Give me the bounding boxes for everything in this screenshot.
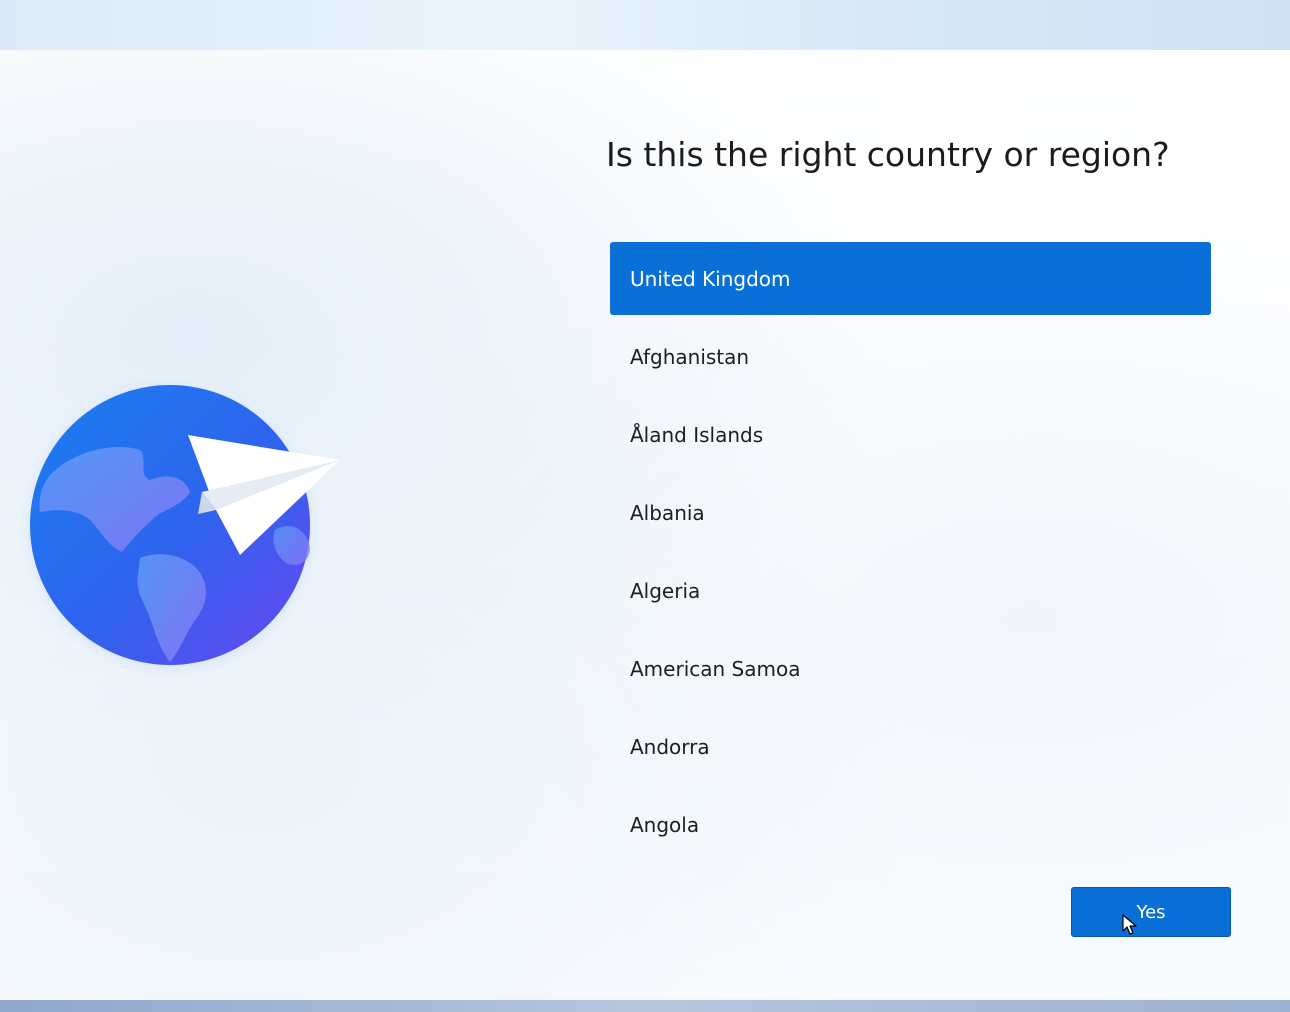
globe-paper-plane-icon: [28, 385, 340, 670]
country-item-angola[interactable]: Angola: [610, 788, 1211, 861]
country-label: American Samoa: [630, 656, 801, 681]
country-item-andorra[interactable]: Andorra: [610, 710, 1211, 783]
yes-button[interactable]: Yes: [1071, 887, 1231, 937]
country-label: United Kingdom: [630, 266, 791, 291]
country-item-albania[interactable]: Albania: [610, 476, 1211, 549]
window-top-strip: [0, 0, 1290, 50]
country-label: Afghanistan: [630, 344, 750, 369]
country-label: Algeria: [630, 578, 701, 603]
country-item-united-kingdom[interactable]: United Kingdom: [610, 242, 1211, 315]
country-label: Åland Islands: [630, 422, 764, 447]
country-label: Angola: [630, 812, 700, 837]
page-title: Is this the right country or region?: [606, 135, 1170, 174]
country-label: Albania: [630, 500, 705, 525]
country-label: Andorra: [630, 734, 710, 759]
mouse-pointer-icon: [1122, 914, 1137, 935]
country-item-afghanistan[interactable]: Afghanistan: [610, 320, 1211, 393]
country-item-aland-islands[interactable]: Åland Islands: [610, 398, 1211, 471]
window-bottom-strip: [0, 1000, 1290, 1012]
country-list[interactable]: United Kingdom Afghanistan Åland Islands…: [610, 242, 1211, 866]
country-item-american-samoa[interactable]: American Samoa: [610, 632, 1211, 705]
country-item-algeria[interactable]: Algeria: [610, 554, 1211, 627]
